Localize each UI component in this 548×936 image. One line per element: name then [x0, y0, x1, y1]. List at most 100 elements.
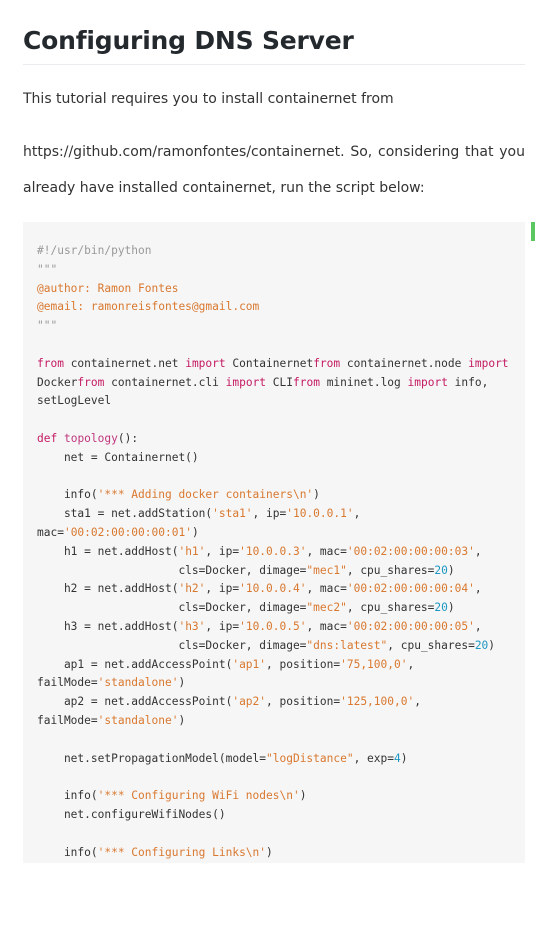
code-token-plain: ) — [178, 713, 186, 727]
code-token-str: 'h3' — [178, 619, 206, 633]
code-token-str: 'standalone' — [97, 676, 179, 690]
code-token-str: @author: Ramon Fontes — [37, 281, 179, 295]
code-token-plain: , — [474, 582, 482, 596]
code-line: from containernet.net import Containerne… — [37, 357, 509, 370]
code-line: info('*** Adding docker containers\n') — [37, 488, 320, 501]
intro-paragraph-line-1: This tutorial requires you to install co… — [23, 91, 394, 107]
code-token-kw: import — [468, 356, 509, 370]
code-content[interactable]: #!/usr/bin/python """ @author: Ramon Fon… — [37, 242, 509, 862]
code-token-plain: cls=Docker, dimage= — [37, 601, 307, 615]
code-token-str: '75,100,0' — [340, 657, 408, 671]
code-token-plain: , mac= — [306, 544, 347, 558]
code-line: sta1 = net.addStation('sta1', ip='10.0.0… — [37, 507, 360, 520]
code-line: h1 = net.addHost('h1', ip='10.0.0.3', ma… — [37, 545, 482, 558]
page-title: Configuring DNS Server — [23, 26, 354, 55]
code-token-plain: , — [474, 619, 482, 633]
code-token-plain: , — [474, 544, 482, 558]
code-token-plain: , ip= — [205, 544, 240, 558]
code-token-plain: info( — [37, 789, 98, 803]
code-token-kw: import — [185, 356, 226, 370]
code-token-plain: ap1 = net.addAccessPoint( — [37, 657, 233, 671]
code-token-str: 'ap1' — [232, 657, 267, 671]
code-token-plain: info( — [37, 488, 98, 502]
code-token-str: '10.0.0.4' — [239, 582, 307, 596]
code-line: net.configureWifiNodes() — [37, 808, 226, 821]
code-token-num: 4 — [394, 751, 401, 765]
code-token-str: 'h1' — [178, 544, 206, 558]
code-line: @author: Ramon Fontes — [37, 282, 178, 295]
code-token-str: '00:02:00:00:00:05' — [346, 619, 475, 633]
code-block[interactable]: #!/usr/bin/python """ @author: Ramon Fon… — [23, 222, 525, 863]
code-token-kw: def — [37, 431, 58, 445]
code-token-plain: ap2 = net.addAccessPoint( — [37, 695, 233, 709]
code-token-plain: mininet.log — [319, 375, 408, 389]
code-token-str: 'h2' — [178, 582, 206, 596]
code-token-num: 20 — [434, 563, 448, 577]
code-token-str: '00:02:00:00:00:01' — [63, 525, 192, 539]
code-token-str: '00:02:00:00:00:03' — [346, 544, 475, 558]
code-token-kw: import — [407, 375, 448, 389]
code-token-plain: (): — [117, 431, 139, 445]
code-token-kw: from — [313, 356, 341, 370]
code-token-plain: ) — [191, 525, 199, 539]
code-token-plain: ) — [488, 638, 496, 652]
code-token-plain: , position= — [266, 657, 341, 671]
code-token-plain: ) — [178, 676, 186, 690]
code-token-str: '*** Configuring WiFi nodes\n' — [97, 789, 300, 803]
code-token-str: '10.0.0.3' — [239, 544, 307, 558]
code-token-plain: failMode= — [37, 676, 98, 690]
title-divider — [23, 64, 525, 65]
code-token-str: '*** Adding docker containers\n' — [97, 488, 314, 502]
code-token-str: "dns:latest" — [306, 638, 388, 652]
code-token-plain: , ip= — [205, 582, 240, 596]
code-token-str: "mec2" — [306, 601, 347, 615]
code-line: @email: ramonreisfontes@gmail.com — [37, 300, 259, 313]
code-token-plain: h2 = net.addHost( — [37, 582, 179, 596]
code-token-plain: ) — [266, 845, 273, 859]
code-token-plain: , cpu_shares= — [387, 638, 475, 652]
code-token-plain: info( — [37, 845, 98, 859]
code-token-plain: ) — [313, 488, 320, 502]
code-token-num: 20 — [474, 638, 489, 652]
code-token-plain: ) — [400, 751, 408, 765]
code-token-num: 20 — [434, 601, 448, 615]
code-line: """ — [37, 319, 57, 332]
code-token-plain: net.setPropagationModel(model= — [37, 751, 267, 765]
intro-paragraph-line-3: already have installed containernet, run… — [23, 180, 425, 196]
code-token-plain: info, — [447, 375, 489, 389]
code-line: """ — [37, 263, 57, 276]
code-token-plain: ) — [447, 601, 455, 615]
code-token-plain: containernet.net — [63, 356, 186, 370]
code-token-str: '*** Configuring Links\n' — [97, 845, 267, 859]
code-token-kw: from — [37, 356, 64, 370]
code-line: def topology(): — [37, 432, 138, 445]
code-token-str: 'standalone' — [97, 713, 179, 727]
code-token-plain: , exp= — [353, 751, 394, 765]
code-token-plain: , — [353, 507, 361, 521]
code-line: failMode='standalone') — [37, 714, 185, 727]
code-line: h2 = net.addHost('h2', ip='10.0.0.4', ma… — [37, 582, 482, 595]
code-line: failMode='standalone') — [37, 676, 185, 689]
code-token-plain: , mac= — [306, 619, 347, 633]
code-token-kw: from — [77, 375, 105, 389]
code-token-plain: Containernet — [225, 356, 314, 370]
code-token-plain: h1 = net.addHost( — [37, 544, 179, 558]
code-token-kw: import — [225, 375, 267, 389]
code-line: Dockerfrom containernet.cli import CLIfr… — [37, 376, 488, 389]
scroll-indicator[interactable] — [531, 222, 535, 241]
code-token-plain: , cpu_shares= — [346, 563, 435, 577]
code-token-plain: h3 = net.addHost( — [37, 619, 179, 633]
code-line: info('*** Configuring Links\n') — [37, 846, 273, 859]
code-token-plain: ) — [299, 789, 307, 803]
code-token-plain: cls=Docker, dimage= — [37, 638, 307, 652]
code-token-plain: containernet.cli — [104, 375, 226, 389]
code-line: mac='00:02:00:00:00:01') — [37, 526, 199, 539]
code-token-plain: ) — [447, 563, 455, 577]
code-token-plain: , ip= — [205, 619, 240, 633]
code-token-plain: cls=Docker, dimage= — [37, 563, 307, 577]
code-token-plain: containernet.node — [340, 356, 469, 370]
code-token-cmt: #!/usr/bin/python — [37, 244, 152, 257]
code-token-plain: Docker — [37, 375, 78, 389]
code-token-plain: net.configureWifiNodes() — [37, 807, 226, 821]
code-token-plain: net = Containernet() — [37, 450, 199, 464]
